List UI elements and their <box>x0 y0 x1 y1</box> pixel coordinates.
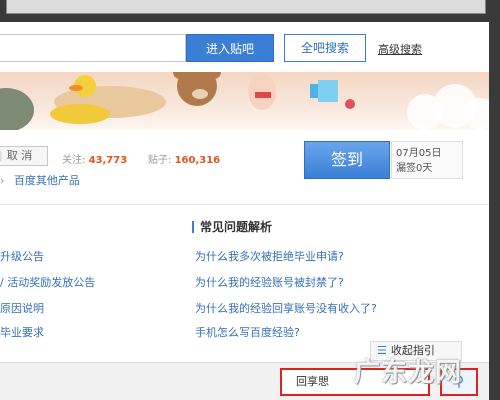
faq-title: 常见问题解析 <box>192 218 272 235</box>
chevron-right-icon: › <box>0 174 5 187</box>
follow-label: 关注: <box>62 155 86 166</box>
duck-body <box>50 104 110 124</box>
right-edge <box>489 22 500 400</box>
cancel-button[interactable]: | 取 消 <box>0 146 48 166</box>
sign-streak: 漏签0天 <box>396 163 433 174</box>
left-link[interactable]: / 活动奖励发放公告 <box>0 274 95 290</box>
follow-stat: 关注: 43,773 <box>62 151 127 166</box>
top-frame <box>6 0 486 14</box>
faq-title-label: 常见问题解析 <box>200 220 273 234</box>
faq-link[interactable]: 为什么我的经验账号被封禁了? <box>195 274 344 290</box>
divider <box>0 204 489 205</box>
posts-stat: 贴子: 160,316 <box>148 151 220 166</box>
sign-date: 07月05日 <box>396 148 442 159</box>
float-ring <box>345 99 355 109</box>
title-bar <box>192 221 194 233</box>
faq-link[interactable]: 手机怎么写百度经验? <box>195 324 300 340</box>
search-all-button[interactable]: 全吧搜索 <box>284 34 366 62</box>
forum-banner <box>0 72 489 130</box>
left-link[interactable]: 原因说明 <box>0 300 44 316</box>
swimsuit <box>255 92 271 98</box>
rock-shape <box>0 88 34 130</box>
bear-muzzle <box>192 89 208 99</box>
follow-count: 43,773 <box>88 155 128 166</box>
other-products-link[interactable]: 百度其他产品 <box>14 174 80 187</box>
left-link[interactable]: 升级公告 <box>0 248 44 264</box>
cancel-label: 取 消 <box>6 149 33 162</box>
advanced-search-link[interactable]: 高级搜索 <box>378 41 422 57</box>
sign-date-box: 07月05日 漏签0天 <box>391 141 463 179</box>
faq-link[interactable]: 为什么我多次被拒绝毕业申请? <box>195 248 344 264</box>
search-header: 进入贴吧 全吧搜索 高级搜索 <box>0 22 500 72</box>
search-input[interactable] <box>0 34 186 62</box>
watermark: 广东龙网 <box>354 358 463 388</box>
left-link-label: 活动奖励发放公告 <box>7 276 96 289</box>
sign-in-button[interactable]: 签到 <box>304 141 390 179</box>
other-products-row: › 百度其他产品 <box>0 172 80 192</box>
toy-block <box>318 80 338 102</box>
window-top-strip <box>0 0 500 22</box>
posts-count: 160,316 <box>174 155 221 166</box>
faq-link[interactable]: 为什么我的经验回享账号没有收入了? <box>195 300 377 316</box>
duck-beak <box>69 85 83 91</box>
banner-art <box>0 72 489 130</box>
posts-label: 贴子: <box>148 155 172 166</box>
left-link[interactable]: 毕业要求 <box>0 324 44 340</box>
enter-tieba-button[interactable]: 进入贴吧 <box>186 34 274 62</box>
